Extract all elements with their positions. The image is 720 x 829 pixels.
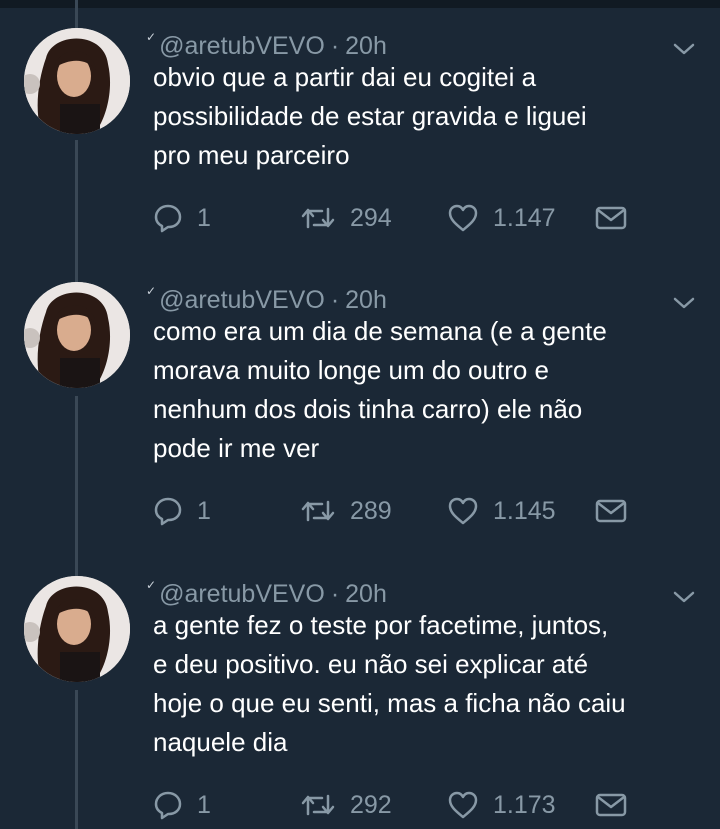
direct-message-button[interactable] — [595, 491, 627, 531]
like-count: 1.147 — [493, 203, 556, 232]
header-separator: · — [330, 31, 340, 60]
reply-icon — [154, 497, 182, 526]
tweet-actions: 1 292 1.173 — [153, 785, 633, 825]
avatar-image — [24, 282, 130, 388]
direct-message-button[interactable] — [595, 785, 627, 825]
envelope-icon — [595, 206, 627, 230]
tweet-text-line: pro meu parceiro — [153, 140, 350, 170]
retweet-count: 294 — [350, 203, 392, 232]
retweet-icon — [301, 500, 335, 522]
timestamp[interactable]: 20h — [345, 32, 387, 61]
tweet-text-line: obvio que a partir dai eu cogitei a — [153, 62, 537, 92]
reply-count: 1 — [197, 790, 211, 819]
tweet-text-line: morava muito longe um do outro e — [153, 355, 549, 385]
envelope-icon — [595, 499, 627, 523]
heart-icon — [448, 791, 478, 819]
timestamp[interactable]: 20h — [345, 580, 387, 609]
like-button[interactable]: 1.147 — [447, 198, 556, 238]
thread-line — [75, 0, 78, 28]
heart-icon — [448, 497, 478, 525]
verified-mark: ✓ — [146, 284, 157, 298]
tweet-text-line: nenhum dos dois tinha carro) ele não — [153, 394, 583, 424]
chevron-down-icon[interactable] — [673, 296, 695, 310]
tweet[interactable]: ✓ @aretubVEVO · 20h obvio que a partir d… — [0, 28, 720, 258]
reply-button[interactable]: 1 — [153, 491, 211, 531]
top-border — [0, 0, 720, 8]
thread-view: ✓ @aretubVEVO · 20h obvio que a partir d… — [0, 0, 720, 829]
tweet-actions: 1 289 1.145 — [153, 491, 633, 531]
tweet[interactable]: ✓ @aretubVEVO · 20h a gente fez o teste … — [0, 576, 720, 829]
header-separator: · — [330, 285, 340, 314]
reply-count: 1 — [197, 203, 211, 232]
avatar[interactable] — [24, 576, 130, 682]
author-handle[interactable]: @aretubVEVO — [159, 32, 325, 61]
reply-icon — [154, 791, 182, 820]
verified-mark: ✓ — [146, 578, 157, 592]
reply-button[interactable]: 1 — [153, 785, 211, 825]
tweet-text: a gente fez o teste por facetime, juntos… — [153, 606, 703, 762]
chevron-down-icon[interactable] — [673, 42, 695, 56]
avatar-image — [24, 28, 130, 134]
avatar[interactable] — [24, 282, 130, 388]
retweet-button[interactable]: 294 — [300, 198, 392, 238]
tweet-text-line: como era um dia de semana (e a gente — [153, 316, 607, 346]
tweet-text-line: e deu positivo. eu não sei explicar até — [153, 649, 589, 679]
author-handle[interactable]: @aretubVEVO — [159, 286, 325, 315]
retweet-icon — [301, 207, 335, 229]
heart-icon — [448, 204, 478, 232]
tweet-text: obvio que a partir dai eu cogitei a poss… — [153, 58, 703, 175]
retweet-count: 289 — [350, 496, 392, 525]
reply-button[interactable]: 1 — [153, 198, 211, 238]
tweet-text-line: naquele dia — [153, 727, 288, 757]
envelope-icon — [595, 793, 627, 817]
like-button[interactable]: 1.145 — [447, 491, 556, 531]
tweet-text-line: hoje o que eu senti, mas a ficha não cai… — [153, 688, 626, 718]
like-count: 1.145 — [493, 496, 556, 525]
like-button[interactable]: 1.173 — [447, 785, 556, 825]
author-handle[interactable]: @aretubVEVO — [159, 580, 325, 609]
tweet-text-line: pode ir me ver — [153, 433, 320, 463]
direct-message-button[interactable] — [595, 198, 627, 238]
reply-count: 1 — [197, 496, 211, 525]
avatar[interactable] — [24, 28, 130, 134]
tweet-text-line: a gente fez o teste por facetime, juntos… — [153, 610, 609, 640]
retweet-count: 292 — [350, 790, 392, 819]
retweet-button[interactable]: 289 — [300, 491, 392, 531]
timestamp[interactable]: 20h — [345, 286, 387, 315]
tweet-text-line: possibilidade de estar gravida e liguei — [153, 101, 587, 131]
verified-mark: ✓ — [146, 30, 157, 44]
tweet-text: como era um dia de semana (e a gente mor… — [153, 312, 703, 468]
header-separator: · — [330, 579, 340, 608]
avatar-image — [24, 576, 130, 682]
retweet-icon — [301, 794, 335, 816]
like-count: 1.173 — [493, 790, 556, 819]
tweet-actions: 1 294 1.147 — [153, 198, 633, 238]
reply-icon — [154, 204, 182, 233]
chevron-down-icon[interactable] — [673, 590, 695, 604]
tweet[interactable]: ✓ @aretubVEVO · 20h como era um dia de s… — [0, 282, 720, 552]
retweet-button[interactable]: 292 — [300, 785, 392, 825]
